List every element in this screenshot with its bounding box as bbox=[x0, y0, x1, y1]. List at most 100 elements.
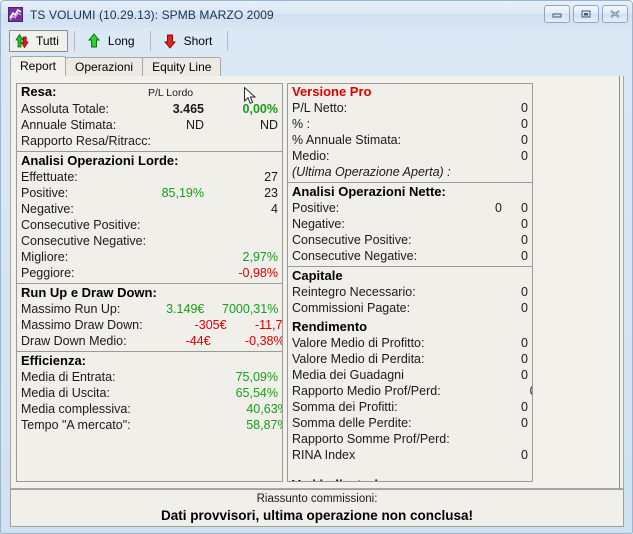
row-value-2: 7000,31% bbox=[222, 302, 279, 316]
row-massimo-run-up: Massimo Run Up: 3.149€ 7000,31% bbox=[21, 301, 278, 317]
status-panel: Riassunto commissioni: Dati provvisori, … bbox=[10, 489, 624, 527]
divider bbox=[17, 151, 282, 152]
row-value-2: 0 bbox=[521, 336, 528, 350]
tab-report[interactable]: Report bbox=[10, 56, 67, 76]
row-media-complessiva: Media complessiva: 40,63% bbox=[21, 401, 282, 417]
row-label: Draw Down Medio: bbox=[21, 334, 127, 348]
divider bbox=[288, 182, 532, 183]
toolbar-button-tutti[interactable]: Tutti bbox=[9, 30, 68, 52]
row-consecutive-positive-nette: Consecutive Positive: 0 bbox=[292, 232, 528, 248]
row-label: Somma dei Profitti: bbox=[292, 400, 398, 414]
row-annuale-stimata: Annuale Stimata: ND ND bbox=[21, 117, 278, 133]
row-value-2: -0,98% bbox=[238, 266, 278, 280]
title-bar[interactable]: TS VOLUMI (10.29.13): SPMB MARZO 2009 bbox=[1, 1, 632, 28]
row-tempo-a-mercato: Tempo "A mercato": 58,87% bbox=[21, 417, 282, 433]
row-value-2: 0,00% bbox=[242, 102, 278, 116]
row-label: % Annuale Stimata: bbox=[292, 133, 402, 147]
row-value-2: 0 bbox=[521, 368, 528, 382]
row-valore-medio-perdita: Valore Medio di Perdita: 0 bbox=[292, 351, 528, 367]
section-vari-indicatori: Vari indicatori bbox=[288, 477, 532, 481]
red-down-arrow-icon bbox=[161, 32, 179, 50]
row-negative-nette: Negative: 0 bbox=[292, 216, 528, 232]
close-button[interactable] bbox=[602, 5, 628, 23]
row-valore-medio-profitto: Valore Medio di Profitto: 0 bbox=[292, 335, 528, 351]
row-value-2: 40,63% bbox=[246, 402, 282, 416]
row-label: Massimo Draw Down: bbox=[21, 318, 143, 332]
row-consecutive-positive: Consecutive Positive: 9 bbox=[21, 217, 278, 233]
row-media-entrata: Media di Entrata: 75,09% bbox=[21, 369, 278, 385]
row-value-1: 3.149€ bbox=[166, 302, 205, 316]
row-value-2: 2,97% bbox=[242, 250, 278, 264]
report-tab-content: Resa: P/L Lordo Assoluta Totale: 3.465 0… bbox=[10, 76, 624, 489]
row-label: Peggiore: bbox=[21, 266, 75, 280]
row-label: (Ultima Operazione Aperta) : bbox=[292, 165, 451, 179]
row-value-2: 0 bbox=[521, 217, 528, 231]
row-label: Consecutive Positive: bbox=[21, 218, 141, 232]
row-rapporto-somme-prof-perd: Rapporto Somme Prof/Perd: 0 bbox=[292, 431, 528, 447]
window-controls bbox=[544, 5, 628, 23]
chart-line-icon bbox=[8, 7, 23, 22]
row-label: Annuale Stimata: bbox=[21, 118, 117, 132]
row-value-2: 75,09% bbox=[235, 370, 278, 384]
tab-equity-line[interactable]: Equity Line bbox=[142, 57, 222, 76]
section-resa-title: Resa: bbox=[21, 84, 57, 99]
maximize-button[interactable] bbox=[573, 5, 599, 23]
row-reintegro-necessario: Reintegro Necessario: 0 bbox=[292, 284, 528, 300]
section-capitale-title: Capitale bbox=[292, 268, 343, 283]
toolbar-button-short[interactable]: Short bbox=[157, 30, 222, 52]
row-label: Commissioni Pagate: bbox=[292, 301, 411, 315]
toolbar-separator-1 bbox=[73, 31, 75, 51]
section-versione-pro-title: Versione Pro bbox=[292, 84, 372, 99]
row-consecutive-negative-nette: Consecutive Negative: 0 bbox=[292, 248, 528, 264]
section-vari-indicatori-title: Vari indicatori bbox=[292, 477, 528, 481]
row-value-2: 0 bbox=[521, 133, 528, 147]
row-somma-delle-perdite: Somma delle Perdite: 0 bbox=[292, 415, 528, 431]
row-value-2: 0 bbox=[521, 448, 528, 462]
row-value-2: 0 bbox=[521, 117, 528, 131]
row-value-2: -11,75% bbox=[254, 318, 283, 332]
row-value-2: 0 bbox=[521, 301, 528, 315]
row-value-2: 0 bbox=[521, 285, 528, 299]
row-rapporto-medio-prof-perd: Rapporto Medio Prof/Perd: 0 bbox=[292, 383, 532, 399]
row-value-2: 9 bbox=[225, 217, 282, 233]
minimize-button[interactable] bbox=[544, 5, 570, 23]
section-analisi-operazioni-lorde: Analisi Operazioni Lorde: Effettuate: 27… bbox=[17, 153, 282, 281]
toolbar-separator-2 bbox=[149, 31, 151, 51]
row-label: Medio: bbox=[292, 149, 330, 163]
status-commissions-label: Riassunto commissioni: bbox=[256, 493, 378, 505]
row-value-2: 65,54% bbox=[235, 386, 278, 400]
row-rapporto-resa-ritracc: Rapporto Resa/Ritracc: 0,54 bbox=[21, 133, 278, 149]
row-negative: Negative: 4 bbox=[21, 201, 278, 217]
row-label: Rapporto Medio Prof/Perd: bbox=[292, 384, 441, 398]
tab-operazioni[interactable]: Operazioni bbox=[65, 57, 144, 76]
row-label: Effettuate: bbox=[21, 170, 78, 184]
row-effettuate: Effettuate: 27 bbox=[21, 169, 278, 185]
row-value-2: 0,54 bbox=[235, 133, 282, 149]
row-label: Rapporto Resa/Ritracc: bbox=[21, 134, 151, 148]
row-label: Migliore: bbox=[21, 250, 69, 264]
row-value-2: 0 bbox=[521, 201, 528, 215]
row-label: Negative: bbox=[292, 217, 345, 231]
row-value-2: 58,87% bbox=[246, 418, 282, 432]
row-value-2: 0 bbox=[521, 164, 532, 180]
toolbar-button-long[interactable]: Long bbox=[81, 30, 144, 52]
row-label: % : bbox=[292, 117, 311, 131]
row-label: Negative: bbox=[21, 202, 74, 216]
row-value-1: 3.465 bbox=[172, 102, 204, 116]
row-rina-index: RINA Index 0 bbox=[292, 447, 528, 463]
section-resa: Resa: P/L Lordo Assoluta Totale: 3.465 0… bbox=[17, 84, 282, 149]
section-capitale: Capitale Reintegro Necessario: 0 Commiss… bbox=[288, 268, 532, 316]
row-label: RINA Index bbox=[292, 448, 356, 462]
row-label: Media dei Guadagni bbox=[292, 368, 404, 382]
row-medio: Medio: 0 bbox=[292, 148, 528, 164]
row-media-uscita: Media di Uscita: 65,54% bbox=[21, 385, 278, 401]
status-warning-message: Dati provvisori, ultima operazione non c… bbox=[160, 508, 474, 523]
toolbar-label-short: Short bbox=[183, 34, 213, 48]
row-pl-netto: P/L Netto: 0 bbox=[292, 100, 528, 116]
row-value-2: 23 bbox=[264, 186, 278, 200]
row-value-2: 0 bbox=[520, 431, 532, 447]
row-value-2: 4 bbox=[271, 202, 278, 216]
row-value-2: -0,38% bbox=[244, 334, 283, 348]
row-peggiore: Peggiore: -0,98% bbox=[21, 265, 278, 281]
row-label: Assoluta Totale: bbox=[21, 102, 110, 116]
